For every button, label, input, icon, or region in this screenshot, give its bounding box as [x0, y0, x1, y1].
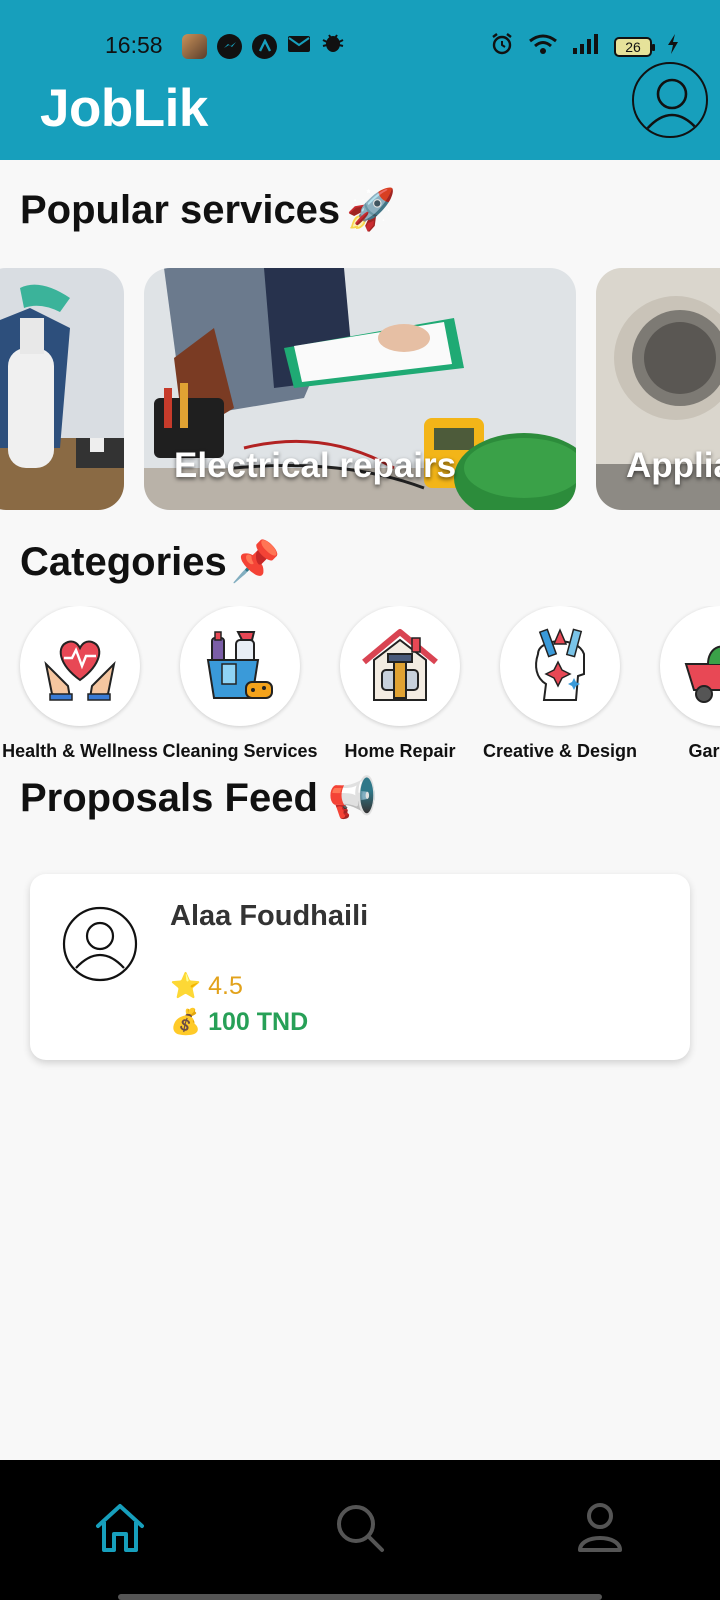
- service-label: Applia: [626, 446, 720, 485]
- profile-avatar-button[interactable]: [632, 62, 708, 138]
- app-header: 16:58 26 JobLik: [0, 0, 720, 160]
- proposal-name: Alaa Foudhaili: [170, 900, 369, 932]
- nav-profile[interactable]: [570, 1498, 630, 1558]
- hands-heart-icon: [44, 640, 116, 701]
- category-label: Cleaning Services: [162, 741, 318, 761]
- rocket-icon: 🚀: [346, 188, 396, 232]
- star-icon: ⭐: [170, 972, 202, 1000]
- app-title: JobLik: [40, 79, 208, 138]
- messenger-icon: [217, 33, 242, 59]
- nav-search[interactable]: [330, 1498, 390, 1558]
- sprayer-image: [0, 268, 124, 510]
- status-bar: 16:58 26: [0, 28, 720, 64]
- app-icon: [252, 33, 277, 59]
- notification-icons: [182, 32, 345, 60]
- service-card-sprayer[interactable]: [0, 268, 124, 510]
- charging-icon: [666, 33, 680, 61]
- category-label: Creative & Design: [482, 741, 638, 761]
- profile-icon: [578, 1503, 622, 1552]
- proposal-card[interactable]: Alaa Foudhaili ⭐ 4.5 💰 100 TND: [30, 874, 690, 1060]
- battery-icon: 26: [614, 37, 655, 57]
- photo-icon: [182, 33, 207, 59]
- category-label: Health & Wellness: [2, 741, 158, 761]
- category-creative-design[interactable]: Creative & Design: [475, 606, 645, 762]
- service-card-electrical-repairs[interactable]: Electrical repairs: [144, 268, 576, 510]
- wifi-icon: [528, 33, 558, 61]
- bug-icon: [321, 32, 345, 60]
- popular-services-carousel[interactable]: Electrical repairs Applia: [0, 268, 720, 510]
- cleaning-bucket-icon: [206, 631, 273, 699]
- creative-head-icon: [535, 628, 585, 701]
- category-health-wellness[interactable]: Health & Wellness: [0, 606, 165, 762]
- garden-cart-icon: [684, 645, 720, 703]
- proposals-feed-title: Proposals Feed 📢: [20, 776, 378, 820]
- nav-home[interactable]: [90, 1498, 150, 1558]
- megaphone-icon: 📢: [327, 776, 378, 820]
- categories-title: Categories 📌: [20, 540, 281, 584]
- category-label: Home Repair: [344, 741, 456, 761]
- price-value: 100 TND: [208, 1008, 309, 1036]
- user-icon: [645, 78, 699, 131]
- home-icon: [96, 1504, 144, 1552]
- proposal-price: 💰 100 TND: [170, 1008, 308, 1037]
- signal-icon: [572, 33, 600, 61]
- house-tools-icon: [362, 629, 438, 701]
- service-card-appliance[interactable]: Applia: [596, 268, 720, 510]
- pushpin-icon: 📌: [230, 540, 281, 584]
- category-label: Garden: [688, 741, 720, 761]
- search-icon: [337, 1505, 384, 1552]
- status-time: 16:58: [105, 32, 163, 58]
- money-bag-icon: 💰: [170, 1008, 202, 1036]
- status-right: 26: [490, 32, 680, 62]
- service-label: Electrical repairs: [174, 446, 457, 485]
- proposal-rating: ⭐ 4.5: [170, 972, 243, 1001]
- home-indicator: [118, 1594, 602, 1600]
- category-cleaning-services[interactable]: Cleaning Services: [155, 606, 325, 762]
- category-home-repair[interactable]: Home Repair: [315, 606, 485, 762]
- mail-icon: [287, 33, 311, 59]
- bottom-nav: [0, 1460, 720, 1600]
- user-avatar-icon: [62, 906, 138, 982]
- popular-services-title: Popular services 🚀: [20, 188, 396, 232]
- alarm-icon: [490, 32, 514, 62]
- category-garden[interactable]: Garden: [635, 606, 720, 762]
- categories-list[interactable]: Health & Wellness Cleaning Services Home…: [0, 606, 720, 766]
- rating-value: 4.5: [208, 972, 243, 1000]
